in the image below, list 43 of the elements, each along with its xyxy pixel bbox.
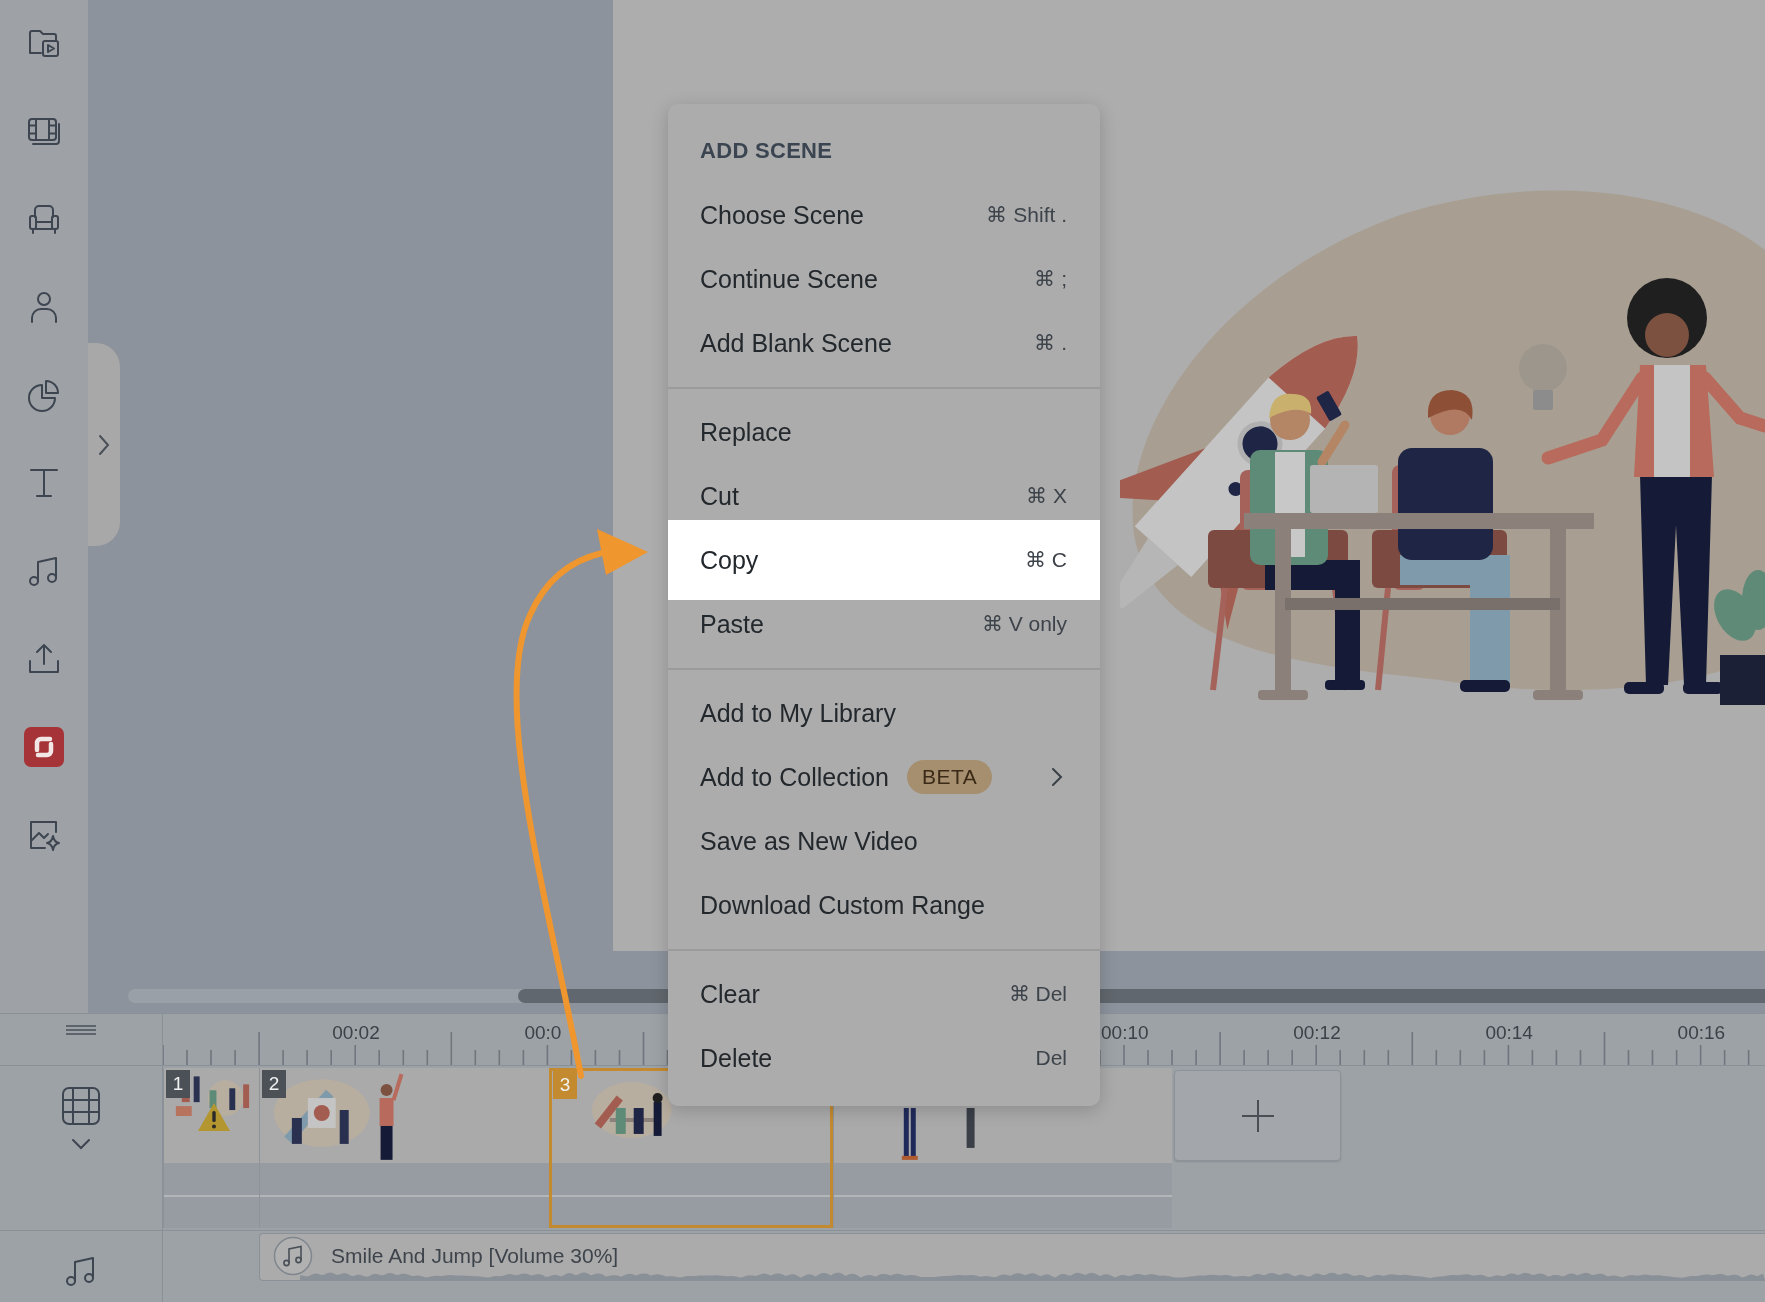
shortcut-hint: ⌘ C [1025,548,1067,572]
plus-icon [1239,1097,1276,1134]
menu-item[interactable]: Cut ⌘ X [668,464,1100,520]
audio-clip[interactable]: Smile And Jump [Volume 30%] [259,1233,1765,1281]
menu-item[interactable]: Add to My Library [668,681,1100,745]
menu-item[interactable]: Copy ⌘ C [668,520,1100,600]
shortcut-hint: ⌘ . [1034,331,1067,355]
menu-item[interactable]: Clear ⌘ Del [668,962,1100,1026]
shortcut-hint: ⌘ ; [1034,267,1067,291]
time-label: 00:10 [1101,1022,1149,1044]
menu-item[interactable]: Replace [668,400,1100,464]
shortcut-hint: ⌘ V only [981,612,1067,636]
shortcut-hint: ⌘ Del [1008,982,1067,1006]
menu-item[interactable]: Continue Scene ⌘ ; [668,247,1100,311]
shortcut-hint: Del [1035,1046,1067,1070]
time-label: 00:02 [332,1022,380,1044]
chevron-down-icon[interactable] [71,1138,91,1150]
time-label: 00:14 [1485,1022,1533,1044]
menu-icon[interactable] [65,1025,97,1035]
shortcut-hint: ⌘ Shift . [986,203,1067,227]
scene-number: 1 [166,1070,190,1098]
menu-item[interactable]: Save as New Video [668,809,1100,873]
menu-item[interactable]: Download Custom Range [668,873,1100,937]
scene-clip[interactable]: 1 [163,1068,259,1228]
pie-chart-icon[interactable] [26,377,62,413]
chevron-right-icon [98,433,110,456]
grid-icon[interactable] [61,1086,101,1126]
time-label: 00:12 [1293,1022,1341,1044]
time-label: 00:0 [524,1022,562,1044]
menu-item[interactable]: Add Blank Scene ⌘ . [668,311,1100,375]
menu-item[interactable]: Add to Collection BETA [668,745,1100,809]
audio-title: Smile And Jump [Volume 30%] [331,1244,619,1268]
scene-number: 3 [553,1071,577,1099]
scene-number: 2 [262,1070,286,1098]
music-note-icon [273,1236,313,1276]
menu-item[interactable]: Paste ⌘ V only [668,600,1100,656]
menu-section-header: ADD SCENE [699,137,834,165]
scene-clip[interactable]: 2 [259,1068,549,1228]
time-label: 00:16 [1677,1022,1726,1044]
beta-badge: BETA [907,760,993,794]
shortcut-hint: ⌘ X [1026,484,1067,508]
app-logo-icon[interactable] [24,727,64,767]
menu-item[interactable]: Choose Scene ⌘ Shift . [668,183,1100,247]
